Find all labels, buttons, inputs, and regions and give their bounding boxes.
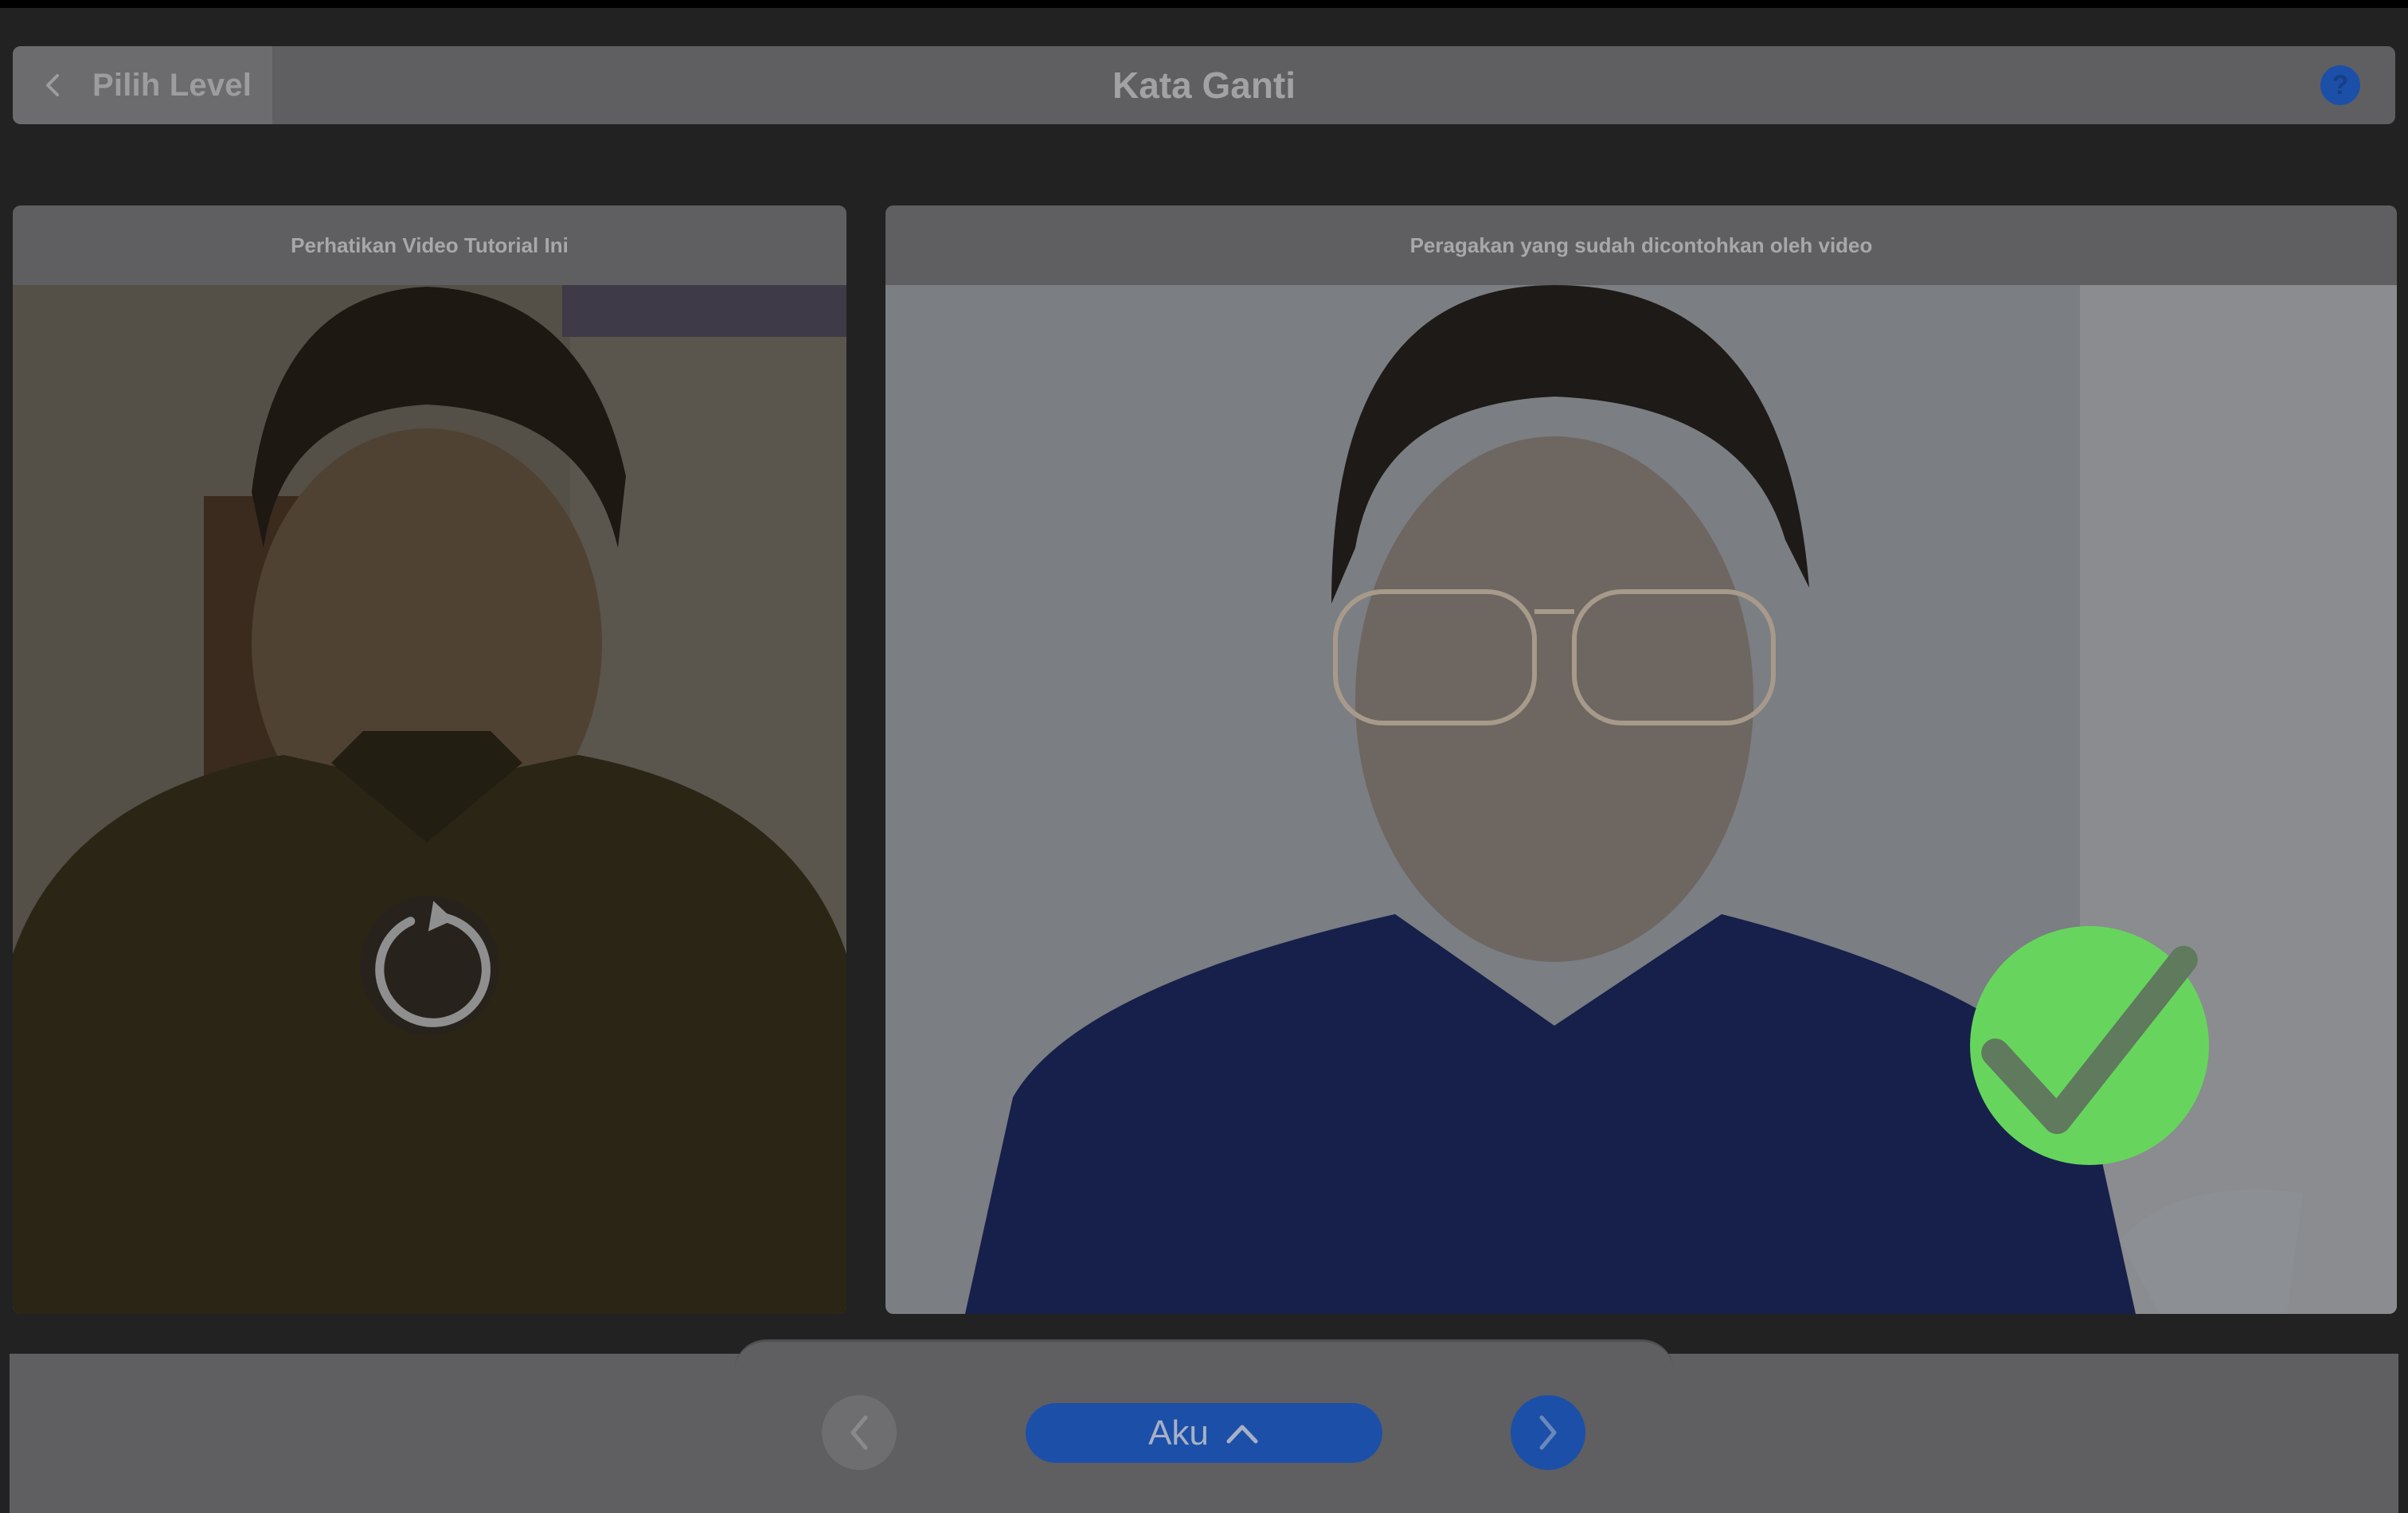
replay-button[interactable] (360, 896, 499, 1035)
next-button[interactable] (1511, 1395, 1585, 1470)
bottom-bar-tab (734, 1339, 1674, 1371)
help-button[interactable]: ? (2320, 65, 2360, 105)
tutorial-video[interactable] (13, 285, 846, 1314)
practice-panel: Peragakan yang sudah dicontohkan oleh vi… (885, 205, 2397, 1314)
practice-panel-header: Peragakan yang sudah dicontohkan oleh vi… (1409, 233, 1873, 257)
window-top-edge (0, 0, 2408, 8)
tutorial-panel: Perhatikan Video Tutorial Ini (13, 205, 846, 1314)
tutorial-panel-header: Perhatikan Video Tutorial Ini (291, 233, 569, 257)
success-badge (1970, 926, 2209, 1165)
checkmark-icon (1981, 945, 2198, 1135)
tutorial-video-frame (13, 285, 846, 1314)
navigation-bar: Pilih Level Kata Ganti ? (13, 46, 2395, 124)
chevron-left-icon (850, 1415, 868, 1450)
chevron-left-icon (46, 74, 59, 96)
word-selector[interactable]: Aku (1026, 1403, 1382, 1463)
current-word-label: Aku (1148, 1413, 1209, 1452)
camera-feed (885, 285, 2397, 1314)
chevron-up-icon (1226, 1425, 1258, 1443)
back-button[interactable]: Pilih Level (13, 46, 272, 124)
back-button-label: Pilih Level (92, 67, 252, 103)
page-title: Kata Ganti (1112, 65, 1296, 106)
replay-icon (375, 901, 491, 1027)
previous-button[interactable] (822, 1395, 897, 1470)
chevron-right-icon (1539, 1415, 1557, 1450)
